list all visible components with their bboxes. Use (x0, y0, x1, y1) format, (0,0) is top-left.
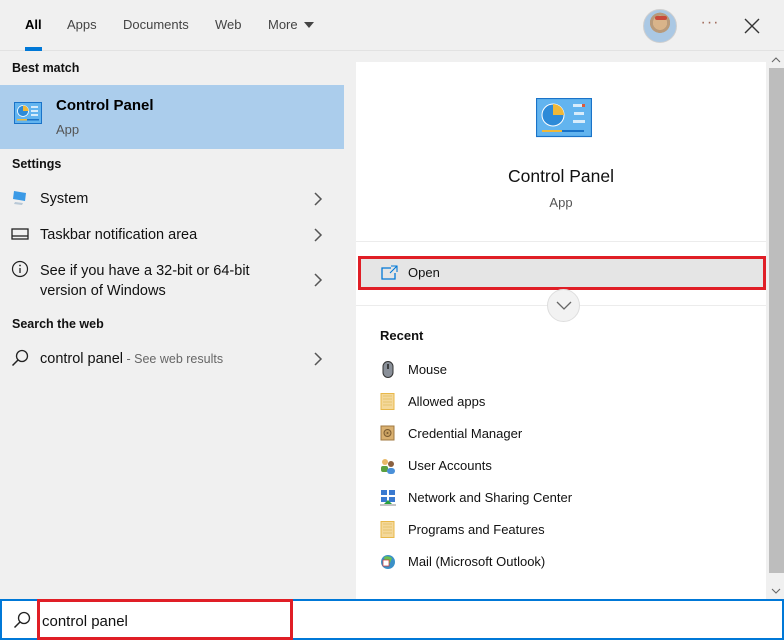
chevron-up-icon (771, 57, 781, 63)
settings-item-taskbar[interactable]: Taskbar notification area (0, 222, 344, 248)
users-icon (381, 459, 395, 474)
recent-item-label: Mouse (408, 362, 448, 377)
recent-item-label: Mail (Microsoft Outlook) (408, 554, 546, 569)
web-result-query: control panel (40, 351, 124, 367)
settings-item-label-line2: version of Windows (40, 283, 166, 299)
vault-icon (380, 425, 395, 441)
tab-label: All (25, 17, 42, 32)
scrollbar[interactable] (768, 52, 784, 599)
recent-item-mail[interactable]: Mail (Microsoft Outlook) (356, 551, 766, 579)
tab-more[interactable]: More (268, 0, 314, 51)
tab-documents[interactable]: Documents (123, 0, 189, 51)
scrollbar-thumb[interactable] (769, 68, 784, 573)
preview-panel: Control Panel App Open Recent Mouse Allo… (356, 62, 766, 599)
recent-item-label: Programs and Features (408, 522, 545, 537)
chevron-down-icon (556, 301, 572, 310)
app-subtitle: App (549, 195, 573, 210)
tab-label: Apps (67, 17, 97, 32)
recent-item-allowed-apps[interactable]: Allowed apps (356, 391, 766, 419)
settings-item-bit-version[interactable]: See if you have a 32-bit or 64-bit versi… (0, 258, 344, 304)
divider (356, 241, 766, 242)
tab-label: Web (215, 17, 242, 32)
settings-item-label: System (40, 191, 89, 207)
best-match-heading: Best match (12, 61, 80, 75)
results-panel: Best match Control Panel App Settings Sy… (0, 52, 344, 599)
chevron-right-icon (314, 352, 323, 366)
recent-item-label: Allowed apps (408, 394, 486, 409)
tab-all[interactable]: All (25, 0, 42, 51)
chevron-right-icon (314, 192, 323, 206)
best-match-title: Control Panel (56, 97, 154, 114)
open-external-icon (381, 265, 399, 284)
caret-down-icon (303, 21, 314, 28)
chevron-right-icon (314, 273, 323, 287)
scroll-down-button[interactable] (768, 583, 784, 599)
tab-apps[interactable]: Apps (67, 0, 97, 51)
recent-item-user-accounts[interactable]: User Accounts (356, 455, 766, 483)
settings-item-system[interactable]: System (0, 186, 344, 212)
best-match-subtitle: App (56, 122, 80, 137)
search-icon (13, 611, 31, 632)
settings-item-label: Taskbar notification area (40, 227, 198, 243)
search-filter-bar: All Apps Documents Web More ··· (0, 0, 784, 51)
recent-item-mouse[interactable]: Mouse (356, 359, 766, 387)
settings-item-label-line1: See if you have a 32-bit or 64-bit (40, 263, 250, 279)
search-box (0, 599, 784, 640)
recent-item-credential-manager[interactable]: Credential Manager (356, 423, 766, 451)
recent-item-programs-features[interactable]: Programs and Features (356, 519, 766, 547)
close-icon (744, 18, 760, 34)
close-button[interactable] (740, 14, 764, 38)
recent-heading: Recent (380, 328, 424, 343)
open-button[interactable]: Open (358, 256, 766, 290)
best-match-result[interactable]: Control Panel App (0, 85, 344, 149)
info-icon (11, 260, 29, 281)
more-options-button[interactable]: ··· (700, 13, 720, 37)
control-panel-icon (14, 102, 42, 127)
search-web-heading: Search the web (12, 317, 104, 331)
expand-button[interactable] (547, 289, 580, 322)
tab-label: More (268, 17, 298, 32)
web-search-result[interactable]: control panel - See web results (0, 346, 344, 372)
settings-heading: Settings (12, 157, 62, 171)
recent-item-label: Network and Sharing Center (408, 490, 573, 505)
mail-icon (381, 555, 395, 569)
mouse-icon (382, 361, 394, 378)
open-label: Open (408, 265, 440, 280)
web-result-label: control panel - See web results (40, 349, 223, 369)
chevron-down-icon (771, 588, 781, 594)
network-icon (380, 490, 396, 506)
tab-label: Documents (123, 17, 189, 32)
monitor-icon (11, 189, 29, 210)
control-panel-icon (535, 97, 593, 141)
ellipsis-icon: ··· (700, 14, 720, 31)
recent-item-label: User Accounts (408, 458, 492, 473)
scroll-up-button[interactable] (768, 52, 784, 68)
tab-web[interactable]: Web (215, 0, 242, 51)
app-title: Control Panel (507, 166, 615, 186)
firewall-icon (380, 393, 395, 410)
recent-item-network-sharing[interactable]: Network and Sharing Center (356, 487, 766, 515)
recent-item-label: Credential Manager (408, 426, 523, 441)
user-avatar[interactable] (643, 9, 677, 43)
taskbar-icon (11, 227, 29, 244)
web-result-suffix: - See web results (123, 352, 224, 366)
chevron-right-icon (314, 228, 323, 242)
search-input[interactable] (42, 609, 742, 633)
search-icon (11, 349, 29, 370)
programs-icon (380, 521, 395, 538)
